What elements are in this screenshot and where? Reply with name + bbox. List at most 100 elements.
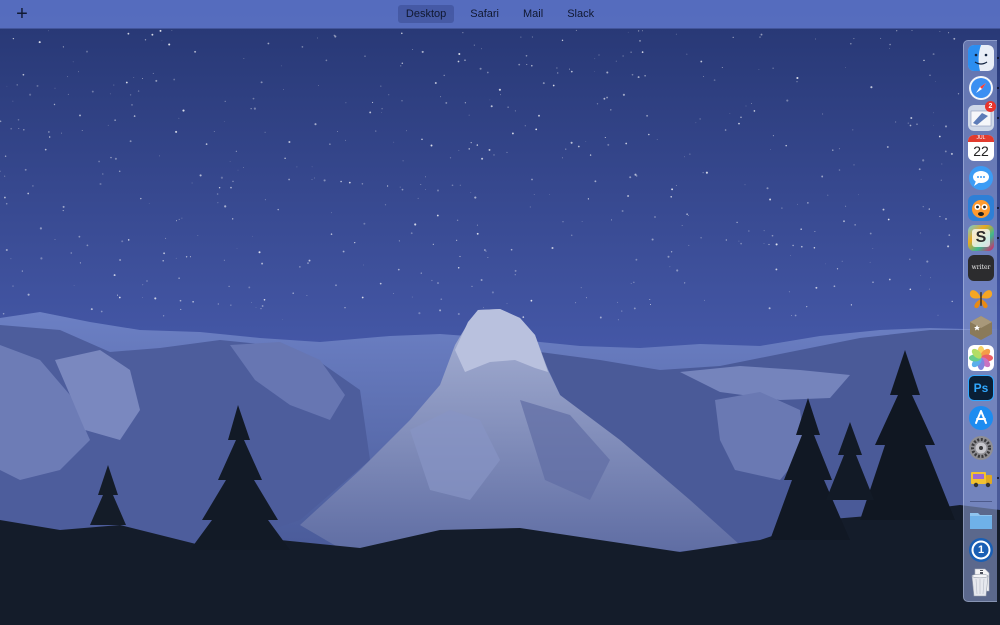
- space-tab-safari[interactable]: Safari: [462, 5, 507, 23]
- star: [920, 274, 922, 276]
- star: [345, 139, 346, 141]
- star: [314, 123, 317, 126]
- star: [751, 103, 752, 104]
- star: [133, 77, 135, 78]
- space-tab-mail[interactable]: Mail: [515, 5, 551, 23]
- dock-item-mail[interactable]: 2: [968, 101, 999, 131]
- star: [340, 180, 342, 183]
- star: [67, 76, 69, 78]
- star: [381, 107, 383, 110]
- star: [815, 38, 817, 40]
- star: [173, 78, 176, 81]
- dock-item-reeder[interactable]: [968, 315, 994, 341]
- star: [769, 198, 772, 201]
- star: [561, 157, 563, 159]
- star: [699, 118, 701, 120]
- star: [113, 84, 115, 86]
- star: [344, 307, 346, 309]
- star: [470, 192, 472, 193]
- star: [928, 208, 930, 210]
- star: [437, 282, 439, 284]
- star: [896, 30, 898, 32]
- star: [732, 36, 734, 39]
- star: [330, 212, 332, 214]
- star: [476, 224, 478, 226]
- star: [610, 109, 612, 111]
- star: [488, 148, 491, 151]
- star: [176, 220, 177, 222]
- downloads-folder-icon: [970, 513, 992, 529]
- star: [99, 182, 102, 186]
- star: [486, 71, 489, 74]
- star: [669, 266, 671, 268]
- dock-item-slack[interactable]: S: [968, 225, 999, 251]
- star: [189, 256, 191, 258]
- star: [845, 205, 847, 207]
- dock-item-transmit[interactable]: [968, 465, 999, 491]
- star: [402, 160, 404, 162]
- star: [849, 42, 852, 45]
- dock-item-system-preferences[interactable]: [968, 435, 994, 461]
- star: [853, 38, 855, 40]
- star: [113, 274, 116, 277]
- star: [473, 44, 475, 46]
- star: [155, 79, 158, 82]
- dock-item-trash[interactable]: [967, 571, 993, 597]
- star: [345, 102, 347, 104]
- star: [29, 93, 32, 96]
- dock-item-photos[interactable]: [968, 345, 994, 371]
- star: [695, 122, 697, 124]
- star: [594, 58, 596, 60]
- star: [615, 60, 617, 62]
- star: [854, 224, 856, 226]
- running-indicator: [997, 207, 999, 209]
- dock-item-safari[interactable]: [968, 75, 999, 101]
- photos-icon: [968, 345, 994, 371]
- dock-item-tes[interactable]: [968, 285, 994, 311]
- star: [159, 29, 162, 32]
- star: [853, 164, 855, 166]
- star: [836, 268, 839, 270]
- dock-item-photoshop[interactable]: Ps: [968, 375, 994, 401]
- dock-item-finder[interactable]: [968, 45, 999, 71]
- star: [451, 184, 454, 187]
- star: [551, 246, 554, 250]
- dock-item-app-store[interactable]: [968, 405, 994, 431]
- space-tab-desktop[interactable]: Desktop: [397, 5, 455, 23]
- star: [277, 208, 279, 211]
- star: [630, 283, 632, 284]
- dock-item-1password[interactable]: 1: [968, 537, 994, 563]
- space-tab-slack[interactable]: Slack: [559, 5, 602, 23]
- star: [772, 135, 774, 137]
- star: [937, 314, 939, 316]
- star: [796, 81, 798, 83]
- star: [333, 34, 335, 36]
- star: [232, 218, 234, 220]
- star: [940, 179, 942, 181]
- desktop-wallpaper: [0, 0, 1000, 625]
- star: [681, 225, 683, 226]
- dock-item-writer[interactable]: writer: [968, 255, 994, 281]
- dock-item-tweetbot[interactable]: [968, 195, 999, 221]
- star: [745, 105, 747, 107]
- star: [436, 214, 439, 217]
- star: [62, 205, 65, 208]
- star: [439, 309, 442, 312]
- star: [797, 203, 798, 205]
- dock-item-downloads[interactable]: [968, 507, 994, 533]
- star: [98, 160, 101, 163]
- star: [611, 219, 612, 221]
- star: [667, 255, 670, 258]
- star: [570, 234, 573, 237]
- dock-item-calendar[interactable]: JUL 22: [968, 135, 994, 161]
- system-preferences-icon: [969, 436, 993, 460]
- star: [670, 196, 672, 198]
- star: [440, 96, 442, 98]
- star: [938, 135, 941, 138]
- dock-item-messages[interactable]: [968, 165, 994, 191]
- star: [168, 43, 171, 46]
- star: [910, 116, 913, 120]
- star: [753, 110, 756, 112]
- star: [939, 215, 941, 218]
- star: [140, 197, 142, 200]
